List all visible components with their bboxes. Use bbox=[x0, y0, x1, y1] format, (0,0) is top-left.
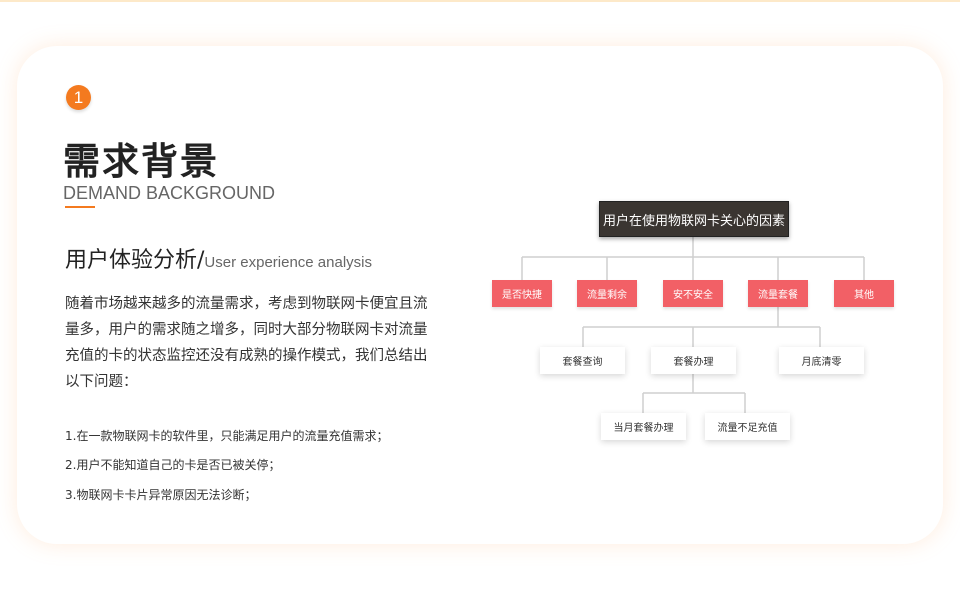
diagram-connectors bbox=[521, 235, 865, 413]
factor-node: 其他 bbox=[834, 280, 894, 307]
handling-option-node: 当月套餐办理 bbox=[601, 413, 686, 440]
package-option-node: 月底清零 bbox=[779, 347, 864, 374]
package-option-node: 套餐查询 bbox=[540, 347, 625, 374]
handling-option-node: 流量不足充值 bbox=[705, 413, 790, 440]
factor-node: 流量套餐 bbox=[748, 280, 808, 307]
factor-node: 是否快捷 bbox=[492, 280, 552, 307]
package-option-node: 套餐办理 bbox=[651, 347, 736, 374]
factor-node: 安不安全 bbox=[663, 280, 723, 307]
factor-node: 流量剩余 bbox=[577, 280, 637, 307]
diagram-root-node: 用户在使用物联网卡关心的因素 bbox=[599, 201, 789, 237]
